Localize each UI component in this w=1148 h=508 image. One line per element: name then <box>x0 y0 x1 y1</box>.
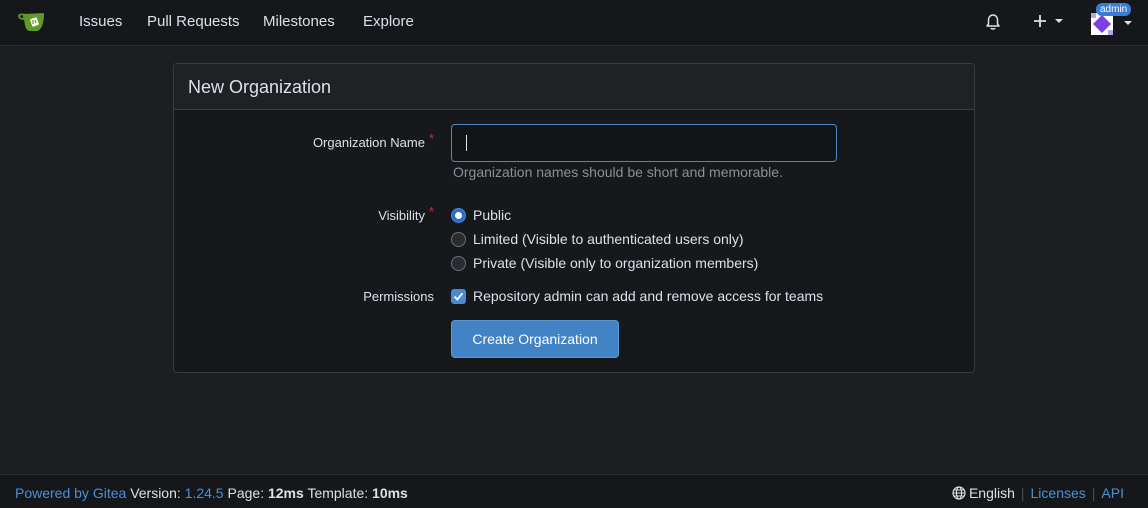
radio-private[interactable] <box>451 255 466 271</box>
template-label: Template: <box>307 485 369 501</box>
language-selector[interactable]: English <box>952 485 1015 501</box>
visibility-limited-option[interactable]: Limited (Visible to authenticated users … <box>451 231 744 247</box>
visibility-label-text: Visibility <box>378 208 425 223</box>
radio-private-label: Private (Visible only to organization me… <box>473 255 759 271</box>
nav-issues[interactable]: Issues <box>79 0 122 46</box>
page-time: 12ms <box>267 485 304 501</box>
required-mark: * <box>428 131 434 146</box>
footer-links: English | Licenses | API <box>952 485 1124 501</box>
card-title: New Organization <box>174 64 974 110</box>
version-label: Version: <box>130 485 181 501</box>
visibility-private-option[interactable]: Private (Visible only to organization me… <box>451 255 758 271</box>
api-link[interactable]: API <box>1101 485 1124 501</box>
chevron-down-icon[interactable] <box>1124 21 1132 25</box>
page-label: Page: <box>227 485 265 501</box>
language-label: English <box>968 485 1015 501</box>
new-organization-card: New Organization Organization Name * Orga… <box>173 63 975 373</box>
navbar: Issues Pull Requests Milestones Explore … <box>0 0 1148 46</box>
footer-separator: | <box>1091 485 1096 501</box>
bell-icon[interactable] <box>985 13 1001 31</box>
radio-public[interactable] <box>451 207 466 223</box>
org-name-label: Organization Name * <box>174 131 434 150</box>
footer-info: Powered by Gitea Version: 1.24.5 Page: 1… <box>15 485 408 501</box>
create-organization-button[interactable]: Create Organization <box>451 320 619 358</box>
text-cursor <box>466 135 467 151</box>
footer: Powered by Gitea Version: 1.24.5 Page: 1… <box>0 474 1148 508</box>
org-name-help: Organization names should be short and m… <box>453 164 783 180</box>
visibility-public-option[interactable]: Public <box>451 207 511 223</box>
radio-public-label: Public <box>473 207 512 223</box>
gitea-logo-icon[interactable] <box>17 10 49 34</box>
nav-explore[interactable]: Explore <box>363 0 414 46</box>
radio-limited-label: Limited (Visible to authenticated users … <box>473 231 744 247</box>
org-name-input[interactable] <box>451 124 837 162</box>
permissions-option[interactable]: Repository admin can add and remove acce… <box>451 288 823 304</box>
permissions-label: Permissions <box>363 289 434 304</box>
version-link[interactable]: 1.24.5 <box>185 485 224 501</box>
radio-limited[interactable] <box>451 231 466 247</box>
admin-badge: admin <box>1096 3 1132 16</box>
nav-pull-requests[interactable]: Pull Requests <box>147 0 240 46</box>
template-time: 10ms <box>372 485 408 501</box>
permissions-option-label: Repository admin can add and remove acce… <box>473 288 824 304</box>
powered-by-link[interactable]: Powered by Gitea <box>15 485 126 501</box>
footer-separator: | <box>1020 485 1025 501</box>
plus-icon <box>1034 15 1046 27</box>
chevron-down-icon <box>1055 19 1063 23</box>
org-name-label-text: Organization Name <box>312 135 425 150</box>
nav-milestones[interactable]: Milestones <box>263 0 335 46</box>
permissions-checkbox[interactable] <box>451 288 466 304</box>
check-icon <box>453 292 464 301</box>
create-menu-button[interactable] <box>1033 14 1063 28</box>
required-mark: * <box>428 204 434 219</box>
licenses-link[interactable]: Licenses <box>1031 485 1086 501</box>
globe-icon <box>952 486 966 500</box>
visibility-label: Visibility * <box>174 204 434 223</box>
